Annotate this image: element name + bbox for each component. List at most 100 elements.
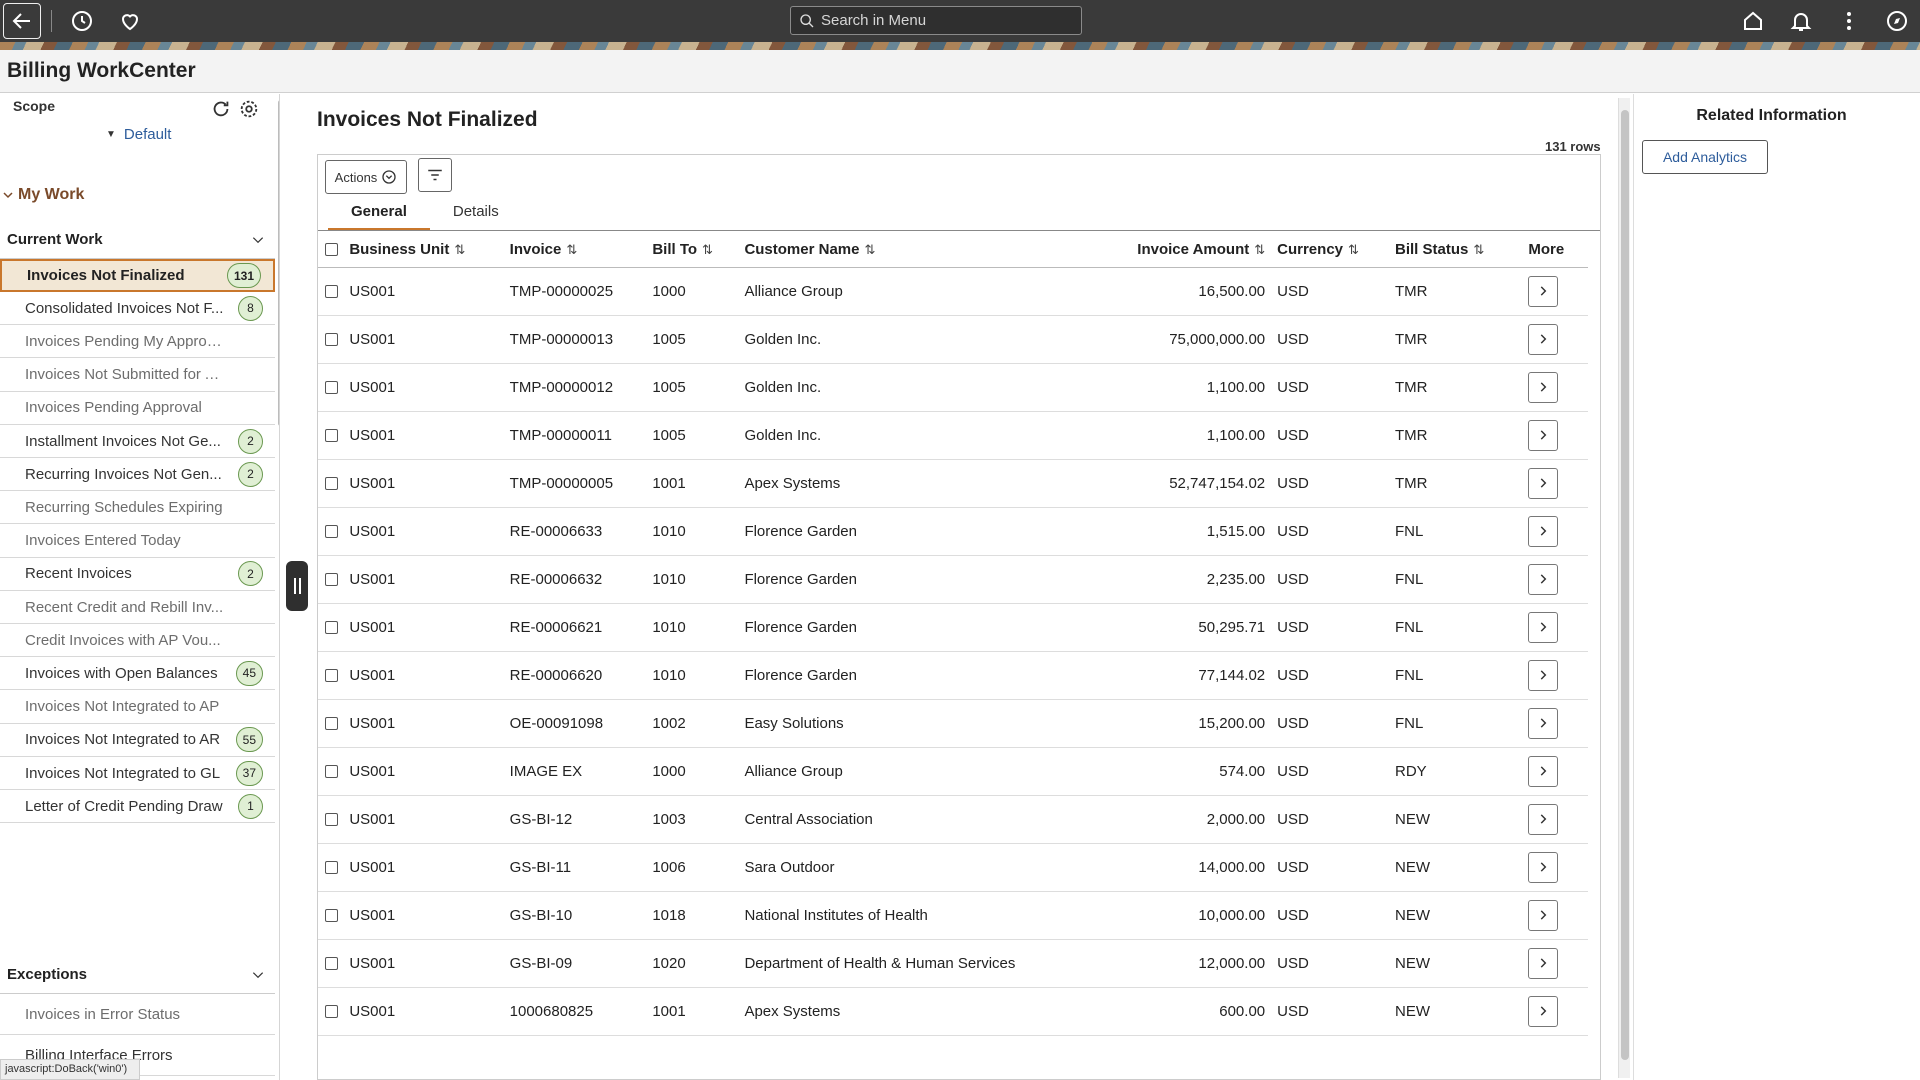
row-checkbox[interactable] [325,957,338,971]
favorites-button[interactable] [111,3,149,39]
table-row[interactable]: US001 IMAGE EX 1000 Alliance Group 574.00 USD… [318,747,1588,796]
row-checkbox[interactable] [325,669,338,683]
col-invoice-amount[interactable]: Invoice Amount ⇅ [1015,232,1278,268]
row-checkbox[interactable] [325,333,338,347]
table-row[interactable]: US001 TMP-00000025 1000 Alliance Group 16,50… [318,267,1588,316]
table-row[interactable]: US001 RE-00006620 1010 Florence Garden 77,14… [318,651,1588,700]
col-invoice[interactable]: Invoice ⇅ [509,232,653,268]
row-detail-button[interactable] [1528,371,1559,403]
row-checkbox[interactable] [325,285,338,299]
table-cell[interactable]: GS-BI-11 [509,843,653,892]
col-bill-to[interactable]: Bill To ⇅ [652,232,745,268]
row-detail-button[interactable] [1528,659,1559,691]
table-row[interactable]: US001 GS-BI-12 1003 Central Association 2,00… [318,795,1588,844]
table-cell[interactable]: GS-BI-09 [509,939,653,988]
nav-item[interactable]: Recurring Invoices Not Gen... 2 [0,458,275,492]
table-cell[interactable]: RE-00006632 [509,555,653,604]
table-cell[interactable]: RE-00006633 [509,507,653,556]
row-detail-button[interactable] [1528,515,1559,547]
row-checkbox[interactable] [325,717,338,731]
col-bill-status[interactable]: Bill Status ⇅ [1394,232,1529,268]
table-row[interactable]: US001 TMP-00000011 1005 Golden Inc. 1,100.00… [318,411,1588,460]
table-cell[interactable]: OE-00091098 [509,699,653,748]
table-cell[interactable]: TMP-00000011 [509,411,653,460]
col-customer-name[interactable]: Customer Name ⇅ [744,232,1016,268]
nav-item[interactable]: Invoices Pending My Approval [0,325,275,359]
row-checkbox[interactable] [325,909,338,923]
row-detail-button[interactable] [1528,419,1559,451]
select-all-checkbox[interactable] [325,243,338,257]
add-analytics-button[interactable]: Add Analytics [1642,140,1768,174]
row-detail-button[interactable] [1528,563,1559,595]
search-input[interactable] [821,12,1071,29]
row-detail-button[interactable] [1528,899,1559,931]
nav-item[interactable]: Invoices Not Integrated to GL 37 [0,757,275,790]
tab-general[interactable]: General [328,201,430,231]
row-checkbox[interactable] [325,429,338,443]
table-cell[interactable]: GS-BI-12 [509,795,653,844]
recent-button[interactable] [63,3,101,39]
table-cell[interactable]: GS-BI-10 [509,891,653,940]
nav-item[interactable]: Credit Invoices with AP Vou... [0,624,275,658]
home-button[interactable] [1734,3,1772,39]
row-checkbox[interactable] [325,381,338,395]
current-work-header[interactable]: Current Work [0,221,275,259]
row-checkbox[interactable] [325,477,338,491]
row-detail-button[interactable] [1528,803,1559,835]
row-detail-button[interactable] [1528,275,1559,307]
nav-item[interactable]: Invoices Not Finalized 131 [0,259,275,292]
row-checkbox[interactable] [325,813,338,827]
nav-item[interactable]: Letter of Credit Pending Draw 1 [0,790,275,824]
actions-button[interactable]: Actions [325,160,407,194]
refresh-icon[interactable] [210,98,232,120]
table-row[interactable]: US001 TMP-00000013 1005 Golden Inc. 75,000,0… [318,315,1588,364]
table-cell[interactable]: TMP-00000013 [509,315,653,364]
row-checkbox[interactable] [325,1005,338,1019]
row-detail-button[interactable] [1528,947,1559,979]
table-cell[interactable]: TMP-00000025 [509,267,653,316]
row-checkbox[interactable] [325,525,338,539]
left-scrollbar[interactable] [278,100,279,426]
nav-item[interactable]: Installment Invoices Not Ge... 2 [0,425,275,458]
table-row[interactable]: US001 TMP-00000005 1001 Apex Systems 52,747,… [318,459,1588,508]
table-row[interactable]: US001 RE-00006633 1010 Florence Garden 1,515… [318,507,1588,556]
gear-icon[interactable] [238,98,260,120]
notifications-button[interactable] [1782,3,1820,39]
nav-item[interactable]: Invoices Pending Approval [0,392,275,425]
my-work-toggle[interactable]: My Work [2,186,84,204]
table-row[interactable]: US001 TMP-00000012 1005 Golden Inc. 1,100.00… [318,363,1588,412]
navigator-button[interactable] [1878,3,1916,39]
row-checkbox[interactable] [325,765,338,779]
row-checkbox[interactable] [325,861,338,875]
nav-item[interactable]: Invoices Not Integrated to AR 55 [0,724,275,757]
actions-menu-button[interactable] [1830,3,1868,39]
table-row[interactable]: US001 GS-BI-11 1006 Sara Outdoor 14,000.00 US… [318,843,1588,892]
col-currency[interactable]: Currency ⇅ [1277,232,1395,268]
filter-button[interactable] [418,158,452,192]
nav-item-invoices-in-error[interactable]: Invoices in Error Status [0,994,275,1035]
nav-item[interactable]: Invoices with Open Balances 45 [0,657,275,691]
table-row[interactable]: US001 OE-00091098 1002 Easy Solutions 15,200… [318,699,1588,748]
table-cell[interactable]: RE-00006621 [509,603,653,652]
nav-item[interactable]: Recent Credit and Rebill Inv... [0,591,275,624]
table-row[interactable]: US001 GS-BI-09 1020 Department of Health & … [318,939,1588,988]
row-detail-button[interactable] [1528,323,1559,355]
table-cell[interactable]: IMAGE EX [509,747,653,796]
row-detail-button[interactable] [1528,707,1559,739]
main-scrollbar[interactable] [1618,98,1630,1078]
scope-selector[interactable]: ▼ Default [106,126,171,143]
nav-item[interactable]: Invoices Not Integrated to AP [0,691,275,724]
search-box[interactable] [790,6,1082,35]
tab-details[interactable]: Details [430,201,522,231]
nav-item[interactable]: Invoices Entered Today [0,525,275,558]
table-cell[interactable]: 1000680825 [509,987,653,1036]
col-business-unit[interactable]: Business Unit ⇅ [349,232,510,268]
table-row[interactable]: US001 RE-00006632 1010 Florence Garden 2,235… [318,555,1588,604]
nav-item[interactable]: Recent Invoices 2 [0,558,275,591]
row-detail-button[interactable] [1528,611,1559,643]
table-row[interactable]: US001 1000680825 1001 Apex Systems 600.00 USD… [318,987,1588,1036]
row-detail-button[interactable] [1528,467,1559,499]
row-detail-button[interactable] [1528,851,1559,883]
table-cell[interactable]: TMP-00000005 [509,459,653,508]
table-cell[interactable]: TMP-00000012 [509,363,653,412]
